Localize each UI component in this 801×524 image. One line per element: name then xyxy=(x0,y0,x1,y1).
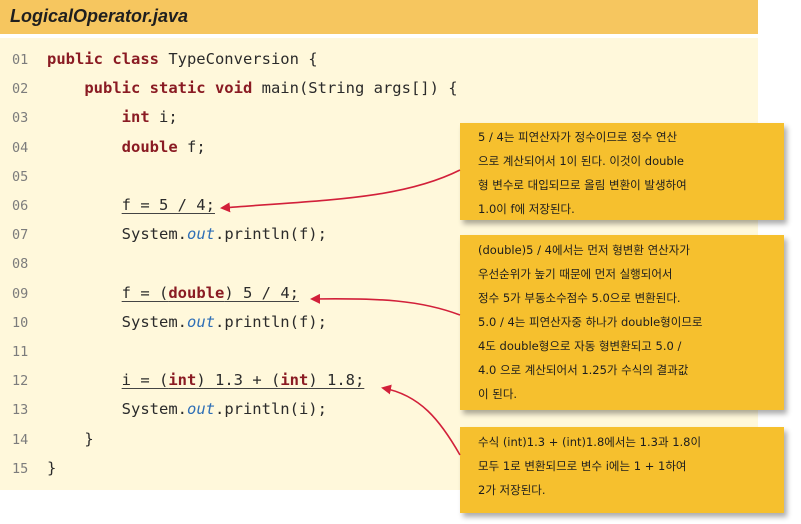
arrow-3 xyxy=(381,384,461,456)
arrow-2 xyxy=(310,293,461,316)
annotation-arrows xyxy=(220,169,461,456)
arrow-1 xyxy=(220,169,461,213)
